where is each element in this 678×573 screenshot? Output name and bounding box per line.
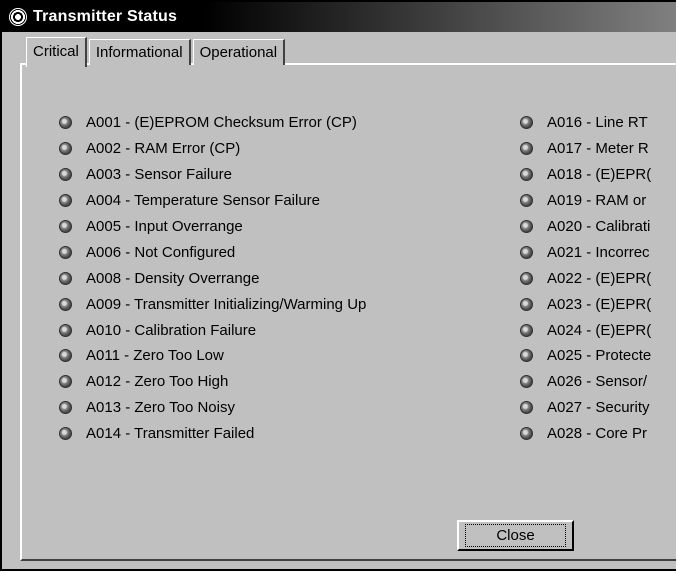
- tab-operational-label: Operational: [199, 44, 278, 61]
- alarm-label: A012 - Zero Too High: [86, 373, 229, 391]
- alarm-item: A012 - Zero Too High: [59, 369, 366, 395]
- status-led-icon: [520, 142, 533, 156]
- alarm-list-left: A001 - (E)EPROM Checksum Error (CP) A002…: [59, 110, 366, 447]
- alarm-item: A026 - Sensor/: [520, 369, 670, 395]
- alarm-label: A024 - (E)EPR(: [547, 321, 652, 339]
- close-button[interactable]: Close: [457, 520, 574, 551]
- alarm-label: A025 - Protecte: [547, 347, 652, 365]
- alarm-item: A014 - Transmitter Failed: [59, 421, 366, 447]
- alarm-item: A021 - Incorrec: [520, 239, 670, 265]
- status-led-icon: [59, 297, 72, 311]
- transmitter-app-icon[interactable]: [9, 8, 27, 26]
- status-led-icon: [59, 271, 72, 285]
- status-led-icon: [520, 323, 533, 337]
- alarm-item: A005 - Input Overrange: [59, 214, 366, 240]
- alarm-label: A001 - (E)EPROM Checksum Error (CP): [86, 114, 357, 132]
- alarm-label: A021 - Incorrec: [547, 243, 650, 261]
- alarm-label: A023 - (E)EPR(: [547, 295, 652, 313]
- alarm-item: A027 - Security: [520, 395, 670, 421]
- status-led-icon: [59, 401, 72, 415]
- tab-strip: Critical Informational Operational: [26, 35, 287, 67]
- alarm-label: A010 - Calibration Failure: [86, 321, 257, 339]
- status-led-icon: [520, 297, 533, 311]
- alarm-item: A011 - Zero Too Low: [59, 343, 366, 369]
- alarm-item: A025 - Protecte: [520, 343, 670, 369]
- status-led-icon: [59, 375, 72, 389]
- alarm-label: A005 - Input Overrange: [86, 218, 243, 235]
- alarm-label: A016 - Line RT: [547, 114, 648, 132]
- alarm-item: A013 - Zero Too Noisy: [59, 395, 366, 421]
- alarm-label: A004 - Temperature Sensor Failure: [86, 192, 321, 210]
- alarm-item: A019 - RAM or: [520, 188, 670, 214]
- alarm-label: A003 - Sensor Failure: [86, 166, 232, 184]
- alarm-label: A002 - RAM Error (CP): [86, 140, 241, 158]
- title-bar[interactable]: Transmitter Status: [2, 2, 676, 32]
- window-title: Transmitter Status: [33, 8, 178, 25]
- alarm-item: A002 - RAM Error (CP): [59, 136, 366, 162]
- status-led-icon: [520, 427, 533, 441]
- tab-informational-label: Informational: [95, 44, 183, 61]
- close-button-label: Close: [465, 524, 566, 547]
- status-led-icon: [59, 427, 72, 441]
- status-led-icon: [59, 194, 72, 208]
- alarm-item: A004 - Temperature Sensor Failure: [59, 188, 366, 214]
- alarm-label: A022 - (E)EPR(: [547, 269, 652, 287]
- alarm-label: A011 - Zero Too Low: [86, 347, 224, 365]
- alarm-item: A006 - Not Configured: [59, 239, 366, 265]
- alarm-item: A023 - (E)EPR(: [520, 291, 670, 317]
- alarm-item: A017 - Meter R: [520, 136, 670, 162]
- status-led-icon: [520, 245, 533, 259]
- status-led-icon: [59, 349, 72, 363]
- alarm-label: A027 - Security: [547, 399, 650, 417]
- alarm-label: A019 - RAM or: [547, 192, 647, 210]
- status-led-icon: [520, 220, 533, 233]
- status-led-icon: [520, 168, 533, 182]
- alarm-item: A001 - (E)EPROM Checksum Error (CP): [59, 110, 366, 136]
- alarm-item: A018 - (E)EPR(: [520, 162, 670, 188]
- alarm-label: A008 - Density Overrange: [86, 269, 260, 287]
- alarm-label: A014 - Transmitter Failed: [86, 425, 255, 443]
- alarm-item: A028 - Core Pr: [520, 421, 670, 447]
- status-led-icon: [59, 116, 72, 130]
- transmitter-status-window: Transmitter Status Critical Informationa…: [0, 0, 676, 571]
- status-led-icon: [520, 349, 533, 363]
- status-led-icon: [59, 323, 72, 337]
- alarm-list-right: A016 - Line RT A017 - Meter R A018 - (E)…: [520, 110, 670, 447]
- alarm-item: A020 - Calibrati: [520, 214, 670, 240]
- alarm-label: A006 - Not Configured: [86, 243, 236, 261]
- alarm-item: A010 - Calibration Failure: [59, 317, 366, 343]
- tab-informational[interactable]: Informational: [88, 39, 191, 65]
- alarm-item: A016 - Line RT: [520, 110, 670, 136]
- alarm-label: A028 - Core Pr: [547, 425, 648, 443]
- alarm-item: A022 - (E)EPR(: [520, 265, 670, 291]
- status-led-icon: [59, 220, 72, 233]
- status-led-icon: [520, 194, 533, 208]
- alarm-item: A024 - (E)EPR(: [520, 317, 670, 343]
- alarm-item: A003 - Sensor Failure: [59, 162, 366, 188]
- alarm-label: A020 - Calibrati: [547, 218, 651, 235]
- alarm-item: A009 - Transmitter Initializing/Warming …: [59, 291, 366, 317]
- status-led-icon: [520, 271, 533, 285]
- alarm-label: A018 - (E)EPR(: [547, 166, 652, 184]
- status-led-icon: [59, 245, 72, 259]
- alarm-label: A017 - Meter R: [547, 140, 649, 158]
- tab-critical-label: Critical: [33, 43, 79, 60]
- alarm-label: A013 - Zero Too Noisy: [86, 399, 235, 417]
- tab-critical[interactable]: Critical: [26, 37, 87, 67]
- status-led-icon: [520, 401, 533, 415]
- status-led-icon: [520, 116, 533, 130]
- alarm-item: A008 - Density Overrange: [59, 265, 366, 291]
- alarm-label: A009 - Transmitter Initializing/Warming …: [86, 295, 367, 313]
- status-led-icon: [59, 168, 72, 182]
- tab-operational[interactable]: Operational: [192, 39, 286, 65]
- status-led-icon: [59, 142, 72, 156]
- status-led-icon: [520, 375, 533, 389]
- alarm-label: A026 - Sensor/: [547, 373, 648, 391]
